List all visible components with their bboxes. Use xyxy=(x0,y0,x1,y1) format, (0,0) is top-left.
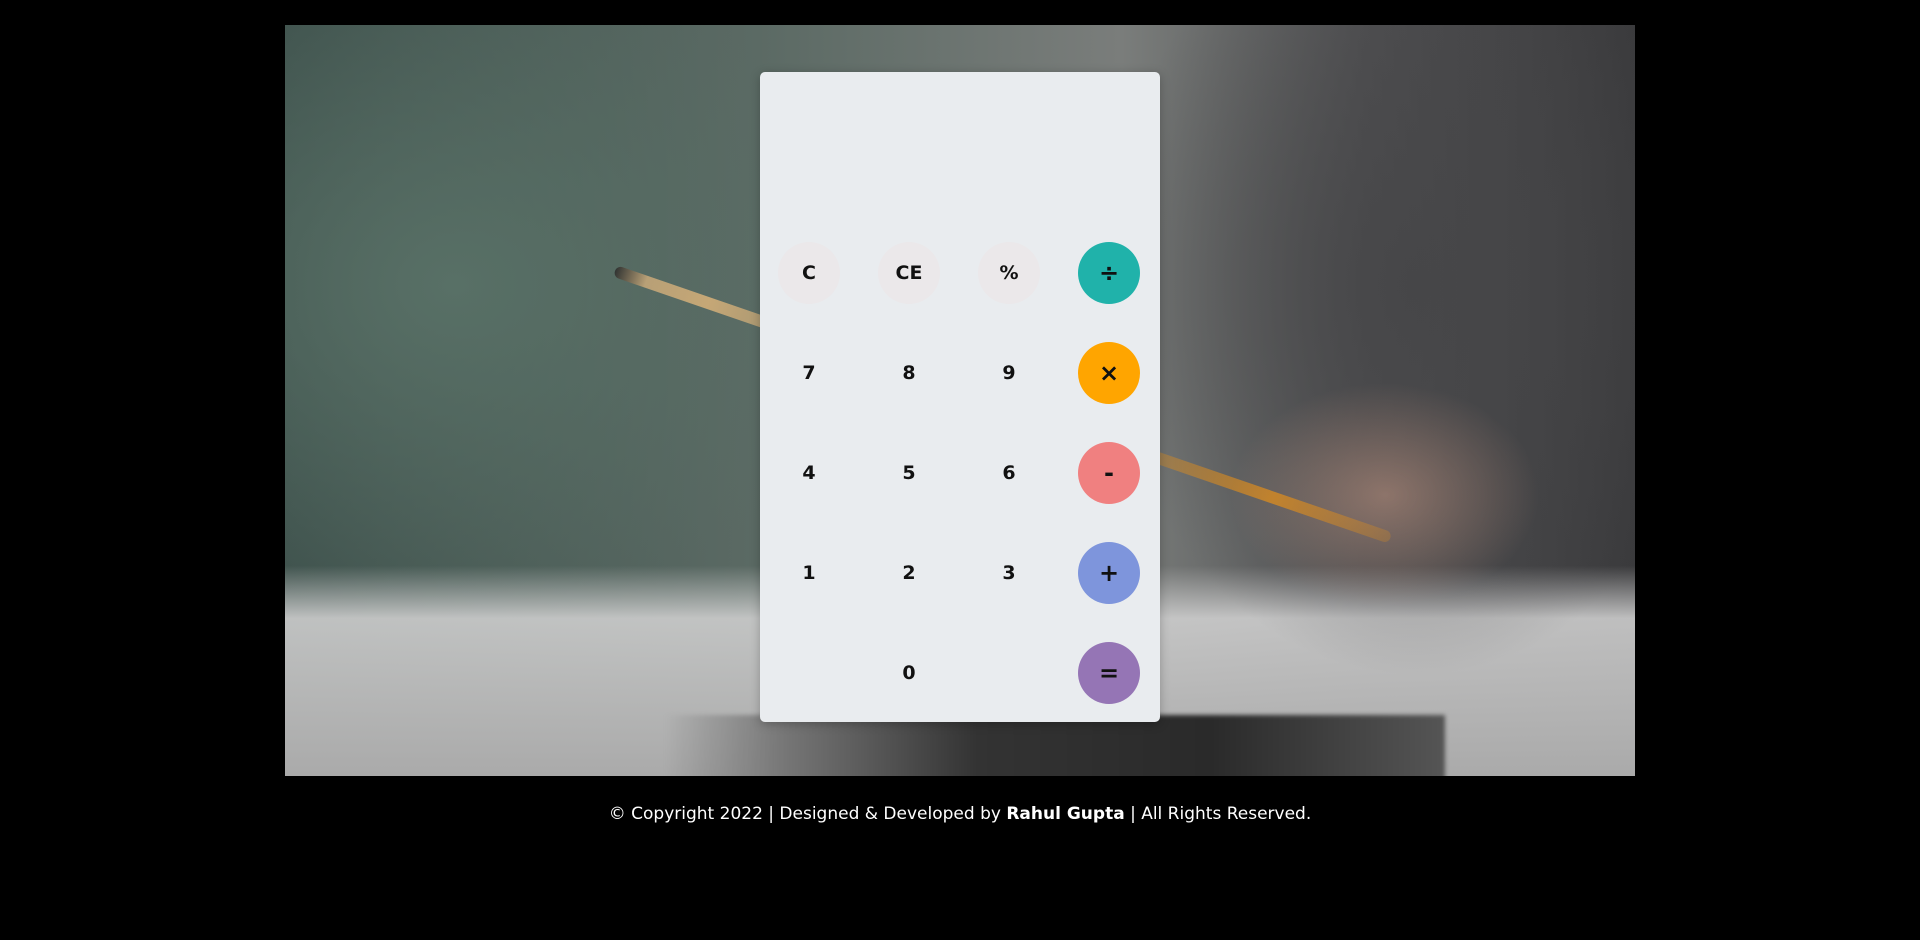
digit-4-button[interactable]: 4 xyxy=(778,442,840,504)
digit-0-button[interactable]: 0 xyxy=(878,642,940,704)
calculator-display xyxy=(778,82,1142,242)
keyboard-decoration xyxy=(665,715,1445,776)
digit-9-button[interactable]: 9 xyxy=(978,342,1040,404)
digit-2-button[interactable]: 2 xyxy=(878,542,940,604)
footer-rights-text: | All Rights Reserved. xyxy=(1124,804,1312,824)
calculator: C CE % ÷ 7 8 9 × 4 5 6 - 1 2 3 + 0 = xyxy=(760,72,1160,722)
subtract-button[interactable]: - xyxy=(1078,442,1140,504)
digit-5-button[interactable]: 5 xyxy=(878,442,940,504)
equals-button[interactable]: = xyxy=(1078,642,1140,704)
digit-1-button[interactable]: 1 xyxy=(778,542,840,604)
add-button[interactable]: + xyxy=(1078,542,1140,604)
calculator-keypad: C CE % ÷ 7 8 9 × 4 5 6 - 1 2 3 + 0 = xyxy=(778,242,1142,704)
digit-3-button[interactable]: 3 xyxy=(978,542,1040,604)
divide-button[interactable]: ÷ xyxy=(1078,242,1140,304)
digit-6-button[interactable]: 6 xyxy=(978,442,1040,504)
multiply-button[interactable]: × xyxy=(1078,342,1140,404)
digit-7-button[interactable]: 7 xyxy=(778,342,840,404)
footer: © Copyright 2022 | Designed & Developed … xyxy=(0,800,1920,828)
clear-entry-button[interactable]: CE xyxy=(878,242,940,304)
footer-author-name: Rahul Gupta xyxy=(1006,804,1125,824)
digit-8-button[interactable]: 8 xyxy=(878,342,940,404)
clear-button[interactable]: C xyxy=(778,242,840,304)
percent-button[interactable]: % xyxy=(978,242,1040,304)
footer-copyright-text: © Copyright 2022 | Designed & Developed … xyxy=(608,804,1007,824)
